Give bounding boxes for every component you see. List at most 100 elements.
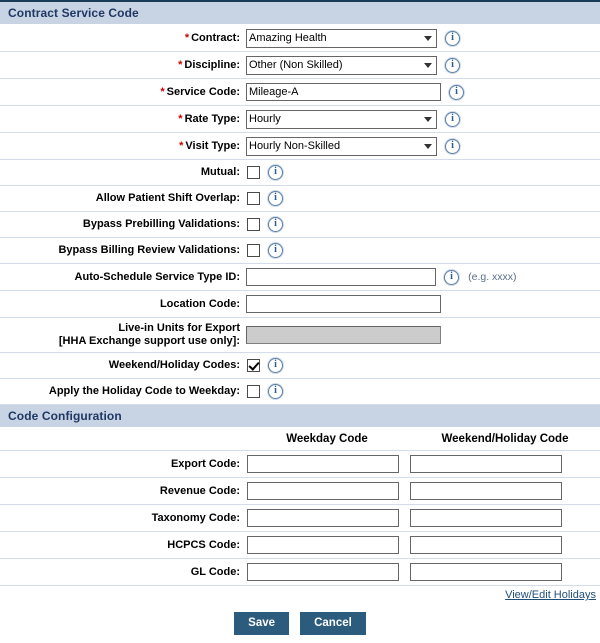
revenue-code-weekend-input[interactable] [410,482,562,500]
label-weekend-holiday-codes: Weekend/Holiday Codes: [108,359,240,371]
info-icon[interactable]: i [268,165,284,180]
service-code-input[interactable] [246,83,441,101]
label-rate-type: * Rate Type: [178,112,240,125]
info-icon[interactable]: i [444,269,460,285]
auto-schedule-hint: (e.g. xxxx) [468,271,517,283]
form-row-contract: * Contract: Amazing Health i [0,25,600,52]
form-row-auto-schedule-service-type-id: Auto-Schedule Service Type ID: i (e.g. x… [0,264,600,291]
rate-type-select-wrap: Hourly [246,109,437,129]
form-row-bypass-prebilling-validations: Bypass Prebilling Validations: i [0,212,600,238]
info-icon[interactable]: i [445,30,461,46]
label-contract: * Contract: [184,31,240,44]
code-configuration-header-row: Weekday Code Weekend/Holiday Code [0,428,600,451]
rate-type-select[interactable]: Hourly [246,109,437,129]
info-icon[interactable]: i [445,57,461,73]
required-marker: * [184,31,190,44]
gl-code-weekend-input[interactable] [410,563,562,581]
contract-select[interactable]: Amazing Health [246,28,437,48]
discipline-select[interactable]: Other (Non Skilled) [246,55,437,75]
label-taxonomy-code: Taxonomy Code: [151,512,240,524]
table-row: GL Code: [0,559,600,586]
label-gl-code: GL Code: [190,566,240,578]
apply-holiday-code-to-weekday-checkbox[interactable] [247,385,260,398]
view-edit-holidays-link[interactable]: View/Edit Holidays [505,589,596,601]
taxonomy-code-weekend-input[interactable] [410,509,562,527]
form-row-location-code: Location Code: [0,291,600,318]
revenue-code-weekday-input[interactable] [247,482,399,500]
info-icon[interactable]: i [268,243,284,258]
form-row-visit-type: * Visit Type: Hourly Non-Skilled i [0,133,600,160]
label-apply-holiday-code-to-weekday: Apply the Holiday Code to Weekday: [48,385,240,397]
label-hcpcs-code: HCPCS Code: [167,539,240,551]
form-row-live-in-units-for-export: Live-in Units for Export [HHA Exchange s… [0,318,600,353]
table-row: HCPCS Code: [0,532,600,559]
required-marker: * [160,85,165,98]
form-row-allow-patient-shift-overlap: Allow Patient Shift Overlap: i [0,186,600,212]
gl-code-weekday-input[interactable] [247,563,399,581]
table-row: Taxonomy Code: [0,505,600,532]
live-in-units-for-export-input [246,326,441,344]
contract-service-code-page: Contract Service Code * Contract: Amazing… [0,0,600,643]
table-row: Export Code: [0,451,600,478]
save-button[interactable]: Save [234,612,290,635]
weekend-holiday-codes-checkbox[interactable] [247,359,260,372]
section-header-contract-service-code: Contract Service Code [0,2,600,25]
label-bypass-prebilling-validations: Bypass Prebilling Validations: [82,218,240,230]
required-marker: * [178,112,183,125]
column-header-weekday-code: Weekday Code [286,433,368,445]
section-header-code-configuration: Code Configuration [0,405,600,428]
hcpcs-code-weekend-input[interactable] [410,536,562,554]
label-auto-schedule-service-type-id: Auto-Schedule Service Type ID: [74,270,240,283]
form-row-service-code: *Service Code: i [0,79,600,106]
export-code-weekday-input[interactable] [247,455,399,473]
cancel-button[interactable]: Cancel [300,612,366,635]
label-visit-type: * Visit Type: [179,139,240,152]
allow-patient-shift-overlap-checkbox[interactable] [247,192,260,205]
label-service-code: * Service Code: [160,85,240,98]
info-icon[interactable]: i [268,217,284,232]
bypass-billing-review-validations-checkbox[interactable] [247,244,260,257]
auto-schedule-service-type-id-input[interactable] [246,268,436,286]
form-actions: Save Cancel [0,603,600,635]
label-mutual: Mutual: [200,166,240,178]
label-live-in-units-for-export: Live-in Units for Export [HHA Exchange s… [0,318,244,353]
form-row-mutual: Mutual: i [0,160,600,186]
required-marker: * [178,58,183,71]
label-allow-patient-shift-overlap: Allow Patient Shift Overlap: [95,192,240,204]
info-icon[interactable]: i [268,191,284,206]
live-in-units-label-line1: Live-in Units for Export [118,322,240,334]
contract-select-wrap: Amazing Health [246,28,437,48]
bypass-prebilling-validations-checkbox[interactable] [247,218,260,231]
label-discipline: * Discipline: [178,58,240,71]
column-header-weekend-holiday-code: Weekend/Holiday Code [441,433,569,445]
info-icon[interactable]: i [268,358,284,373]
visit-type-select[interactable]: Hourly Non-Skilled [246,136,437,156]
label-export-code: Export Code: [170,458,240,470]
required-marker: * [179,139,184,152]
form-row-weekend-holiday-codes: Weekend/Holiday Codes: i [0,353,600,379]
mutual-checkbox[interactable] [247,166,260,179]
form-row-rate-type: * Rate Type: Hourly i [0,106,600,133]
form-row-apply-holiday-code-to-weekday: Apply the Holiday Code to Weekday: i [0,379,600,405]
label-location-code: Location Code: [159,297,240,310]
label-bypass-billing-review-validations: Bypass Billing Review Validations: [58,244,240,256]
form-row-discipline: * Discipline: Other (Non Skilled) i [0,52,600,79]
info-icon[interactable]: i [268,384,284,399]
live-in-units-label-line2: [HHA Exchange support use only]: [58,335,240,347]
info-icon[interactable]: i [449,84,465,100]
contract-service-code-form: * Contract: Amazing Health i * Discipline: [0,25,600,405]
info-icon[interactable]: i [445,111,461,127]
hcpcs-code-weekday-input[interactable] [247,536,399,554]
code-configuration-table: Weekday Code Weekend/Holiday Code Export… [0,428,600,586]
code-configuration-header-spacer [0,428,244,451]
taxonomy-code-weekday-input[interactable] [247,509,399,527]
form-row-bypass-billing-review-validations: Bypass Billing Review Validations: i [0,238,600,264]
info-icon[interactable]: i [445,138,461,154]
location-code-input[interactable] [246,295,441,313]
visit-type-select-wrap: Hourly Non-Skilled [246,136,437,156]
discipline-select-wrap: Other (Non Skilled) [246,55,437,75]
table-row: Revenue Code: [0,478,600,505]
label-revenue-code: Revenue Code: [159,485,240,497]
view-edit-holidays-row: View/Edit Holidays [0,586,600,603]
export-code-weekend-input[interactable] [410,455,562,473]
